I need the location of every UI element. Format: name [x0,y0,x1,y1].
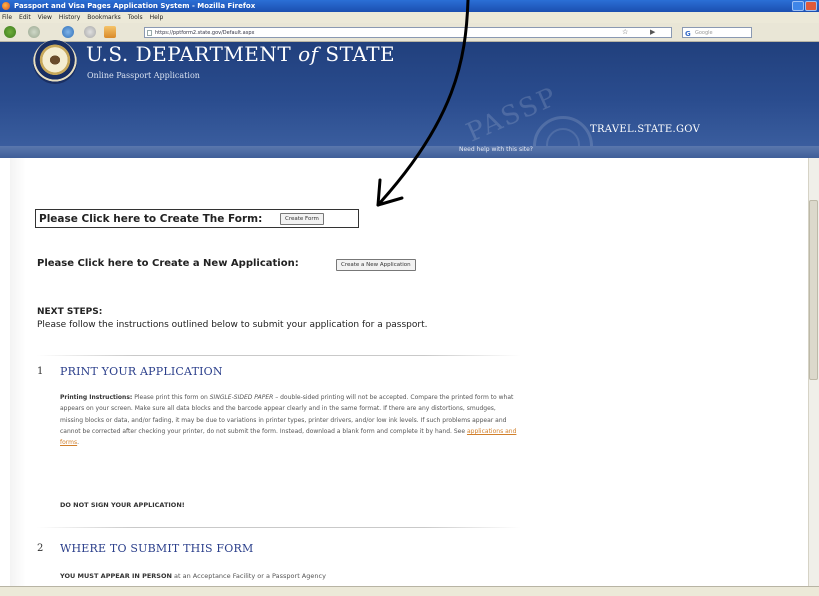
department-title[interactable]: U.S. DEPARTMENT of STATE [86,42,395,66]
dept-title-of: of [298,42,319,66]
close-button[interactable] [805,1,817,11]
step-2-number: 2 [37,543,44,554]
appear-rest: at an Acceptance Facility or a Passport … [174,572,326,580]
firefox-icon [2,2,10,10]
reload-icon[interactable] [62,26,74,38]
new-application-button[interactable]: Create a New Application [336,259,416,271]
scrollbar-thumb[interactable] [809,200,818,380]
go-icon[interactable]: ▶ [650,27,655,38]
do-not-sign-warning: DO NOT SIGN YOUR APPLICATION! [60,501,185,509]
create-form-label: Please Click here to Create The Form: [39,213,263,225]
search-input[interactable]: G Google [682,27,752,38]
new-application-label: Please Click here to Create a New Applic… [37,258,299,269]
instructions-paper: SINGLE-SIDED PAPER [209,394,274,401]
address-bar[interactable]: https://pptform2.state.gov/Default.aspx [144,27,672,38]
appear-in-person-text: YOU MUST APPEAR IN PERSON at an Acceptan… [60,572,326,580]
navigation-toolbar: https://pptform2.state.gov/Default.aspx … [0,23,819,42]
next-steps-title: NEXT STEPS: [37,307,103,317]
menu-view[interactable]: View [38,12,52,23]
dept-title-suffix: STATE [325,42,396,66]
travel-state-gov-link[interactable]: TRAVEL.STATE.GOV [590,124,700,135]
menu-history[interactable]: History [59,12,80,23]
bookmark-star-icon[interactable]: ☆ [622,27,628,38]
status-bar [0,586,819,596]
step-1-number: 1 [37,366,44,377]
step-2-title: WHERE TO SUBMIT THIS FORM [60,542,254,555]
create-form-button[interactable]: Create Form [280,213,324,225]
menu-bookmarks[interactable]: Bookmarks [87,12,121,23]
step-1-title: PRINT YOUR APPLICATION [60,365,223,378]
page-icon [147,30,152,36]
appear-bold: YOU MUST APPEAR IN PERSON [60,572,172,580]
banner-band [0,146,819,158]
menu-file[interactable]: File [2,12,12,23]
forward-icon[interactable] [28,26,40,38]
menu-edit[interactable]: Edit [19,12,31,23]
menu-bar: File Edit View History Bookmarks Tools H… [0,12,819,23]
menu-tools[interactable]: Tools [128,12,143,23]
next-steps-description: Please follow the instructions outlined … [37,320,428,330]
window-title-bar: Passport and Visa Pages Application Syst… [0,0,819,12]
section-divider [37,355,521,356]
back-icon[interactable] [4,26,16,38]
instructions-label: Printing Instructions: [60,394,133,401]
section-divider [37,527,521,528]
url-text: https://pptform2.state.gov/Default.aspx [155,30,255,36]
window-title: Passport and Visa Pages Application Syst… [14,2,256,10]
stop-icon[interactable] [84,26,96,38]
home-icon[interactable] [104,26,116,38]
minimize-button[interactable] [792,1,804,11]
create-form-box: Please Click here to Create The Form: Cr… [35,209,359,228]
menu-help[interactable]: Help [150,12,164,23]
search-placeholder: Google [695,30,713,36]
google-icon: G [685,30,691,38]
dept-title-prefix: U.S. DEPARTMENT [86,42,292,66]
status-icons [761,589,811,594]
help-link[interactable]: Need help with this site? [459,146,533,153]
printing-instructions: Printing Instructions: Please print this… [60,394,517,447]
site-subtitle: Online Passport Application [87,71,200,80]
instructions-text-a: Please print this form on [134,394,208,401]
seal-eagle-icon [47,53,63,67]
